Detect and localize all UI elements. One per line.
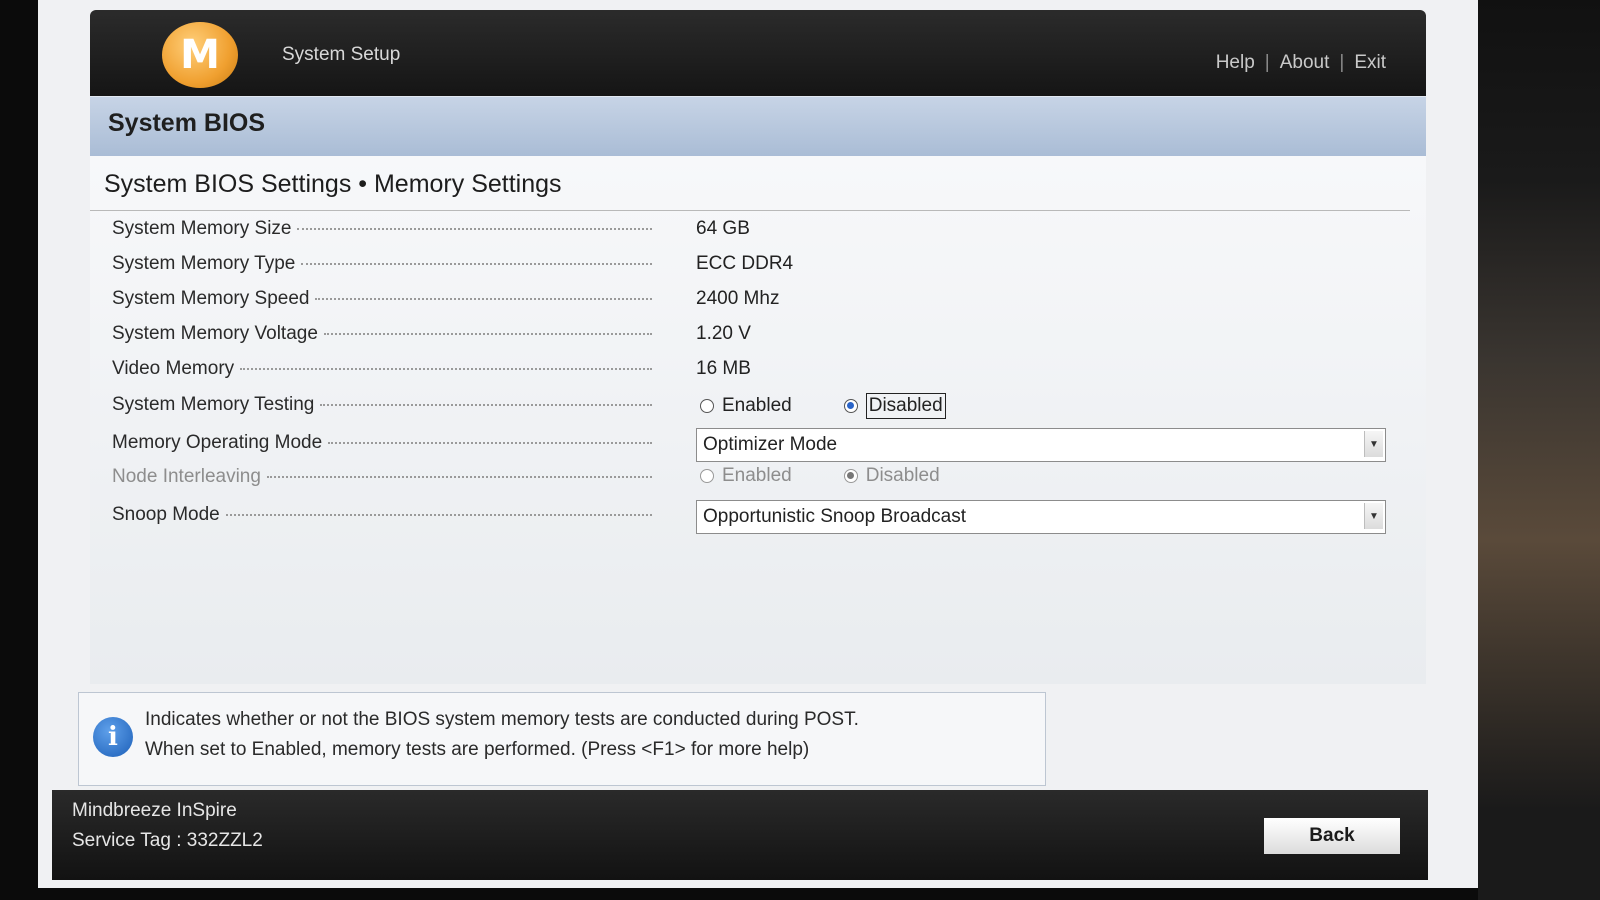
memory-testing-enabled-radio[interactable]: Enabled [696, 392, 796, 420]
setting-row-memory-type: System Memory Type ECC DDR4 [112, 249, 1372, 279]
setting-label: System Memory Size [112, 218, 652, 240]
setting-row-memory-testing: System Memory Testing Enabled Disabled [112, 390, 1372, 420]
title-divider [90, 210, 1410, 211]
setting-label: System Memory Speed [112, 288, 652, 310]
dot-leader [266, 476, 652, 478]
snoop-mode-select[interactable]: Opportunistic Snoop Broadcast ▼ [696, 500, 1386, 534]
setting-row-memory-voltage: System Memory Voltage 1.20 V [112, 319, 1372, 349]
radio-label: Disabled [865, 465, 940, 486]
setting-label-text: Video Memory [112, 358, 235, 379]
setting-label-text: System Memory Testing [112, 394, 315, 415]
settings-panel: System BIOS Settings • Memory Settings S… [90, 156, 1426, 684]
memory-operating-mode-select[interactable]: Optimizer Mode ▼ [696, 428, 1386, 462]
footer-bar: Mindbreeze InSpire Service Tag : 332ZZL2… [52, 790, 1428, 880]
setting-value: 16 MB [696, 358, 751, 379]
node-interleaving-enabled-radio: Enabled [696, 462, 796, 490]
select-value: Opportunistic Snoop Broadcast [703, 506, 966, 527]
radio-label: Enabled [722, 465, 792, 486]
setting-row-memory-size: System Memory Size 64 GB [112, 214, 1372, 244]
radio-checked-icon [843, 399, 858, 413]
setting-label-text: System Memory Voltage [112, 323, 318, 344]
help-text-line: Indicates whether or not the BIOS system… [145, 709, 859, 730]
app-title: System Setup [282, 44, 401, 65]
bios-screen: M System Setup Help | About | Exit Syste… [38, 0, 1478, 888]
dot-leader [323, 333, 652, 335]
setting-label-text: System Memory Size [112, 218, 292, 239]
dot-leader [240, 368, 652, 370]
section-title: System BIOS [108, 109, 266, 137]
exit-link[interactable]: Exit [1354, 52, 1386, 74]
setting-label: System Memory Type [112, 253, 652, 275]
dropdown-arrow-icon[interactable]: ▼ [1364, 503, 1383, 529]
help-info-box: i Indicates whether or not the BIOS syst… [78, 692, 1046, 786]
setting-row-memory-speed: System Memory Speed 2400 Mhz [112, 284, 1372, 314]
dot-leader [315, 298, 652, 300]
setting-row-operating-mode: Memory Operating Mode Optimizer Mode ▼ [112, 428, 1386, 462]
section-band: System BIOS [90, 96, 1426, 157]
setting-label-text: System Memory Speed [112, 288, 310, 309]
memory-testing-radio-group: Enabled Disabled [696, 390, 950, 422]
help-link[interactable]: Help [1216, 52, 1255, 74]
radio-unchecked-icon [700, 399, 714, 413]
setting-row-node-interleaving: Node Interleaving Enabled Disabled [112, 462, 1372, 492]
radio-label: Enabled [722, 395, 792, 416]
setting-label: Node Interleaving [112, 466, 652, 488]
dot-leader [320, 404, 652, 406]
setting-row-snoop-mode: Snoop Mode Opportunistic Snoop Broadcast… [112, 500, 1386, 534]
background-outside-monitor [1478, 0, 1600, 900]
setting-label-text: Node Interleaving [112, 466, 261, 487]
link-separator: | [1264, 52, 1270, 73]
dot-leader [297, 228, 652, 230]
service-tag: Service Tag : 332ZZL2 [72, 830, 263, 851]
logo-letter: M [180, 32, 220, 78]
about-link[interactable]: About [1280, 52, 1330, 74]
node-interleaving-radio-group: Enabled Disabled [696, 462, 944, 490]
memory-testing-disabled-radio[interactable]: Disabled [840, 390, 950, 422]
select-value: Optimizer Mode [703, 434, 838, 455]
header-bar: M System Setup Help | About | Exit [90, 10, 1426, 96]
header-links: Help | About | Exit [1216, 52, 1386, 74]
setting-value: ECC DDR4 [696, 253, 794, 274]
setting-label-text: Snoop Mode [112, 504, 220, 525]
dot-leader [301, 263, 652, 265]
setting-label: Memory Operating Mode [112, 432, 652, 454]
setting-label: System Memory Voltage [112, 323, 652, 345]
help-text: Indicates whether or not the BIOS system… [145, 705, 859, 765]
setting-label: Video Memory [112, 358, 652, 380]
setting-label-text: System Memory Type [112, 253, 296, 274]
product-name: Mindbreeze InSpire [72, 800, 237, 821]
setting-value: 2400 Mhz [696, 288, 780, 309]
logo-icon: M [162, 22, 238, 88]
back-button[interactable]: Back [1264, 818, 1400, 854]
dot-leader [225, 514, 652, 516]
setting-row-video-memory: Video Memory 16 MB [112, 354, 1372, 384]
node-interleaving-disabled-radio: Disabled [840, 462, 944, 490]
radio-checked-icon [843, 469, 858, 483]
setting-label-text: Memory Operating Mode [112, 432, 323, 453]
setting-value: 64 GB [696, 218, 750, 239]
radio-unchecked-icon [700, 469, 714, 483]
info-icon: i [93, 717, 133, 757]
dot-leader [328, 442, 652, 444]
help-text-line: When set to Enabled, memory tests are pe… [145, 739, 810, 760]
page-title: System BIOS Settings • Memory Settings [104, 170, 562, 198]
setting-label: Snoop Mode [112, 504, 652, 526]
setting-value: 1.20 V [696, 323, 751, 344]
setting-label: System Memory Testing [112, 394, 652, 416]
dropdown-arrow-icon[interactable]: ▼ [1364, 431, 1383, 457]
radio-label: Disabled [865, 393, 946, 419]
link-separator: | [1339, 52, 1345, 73]
